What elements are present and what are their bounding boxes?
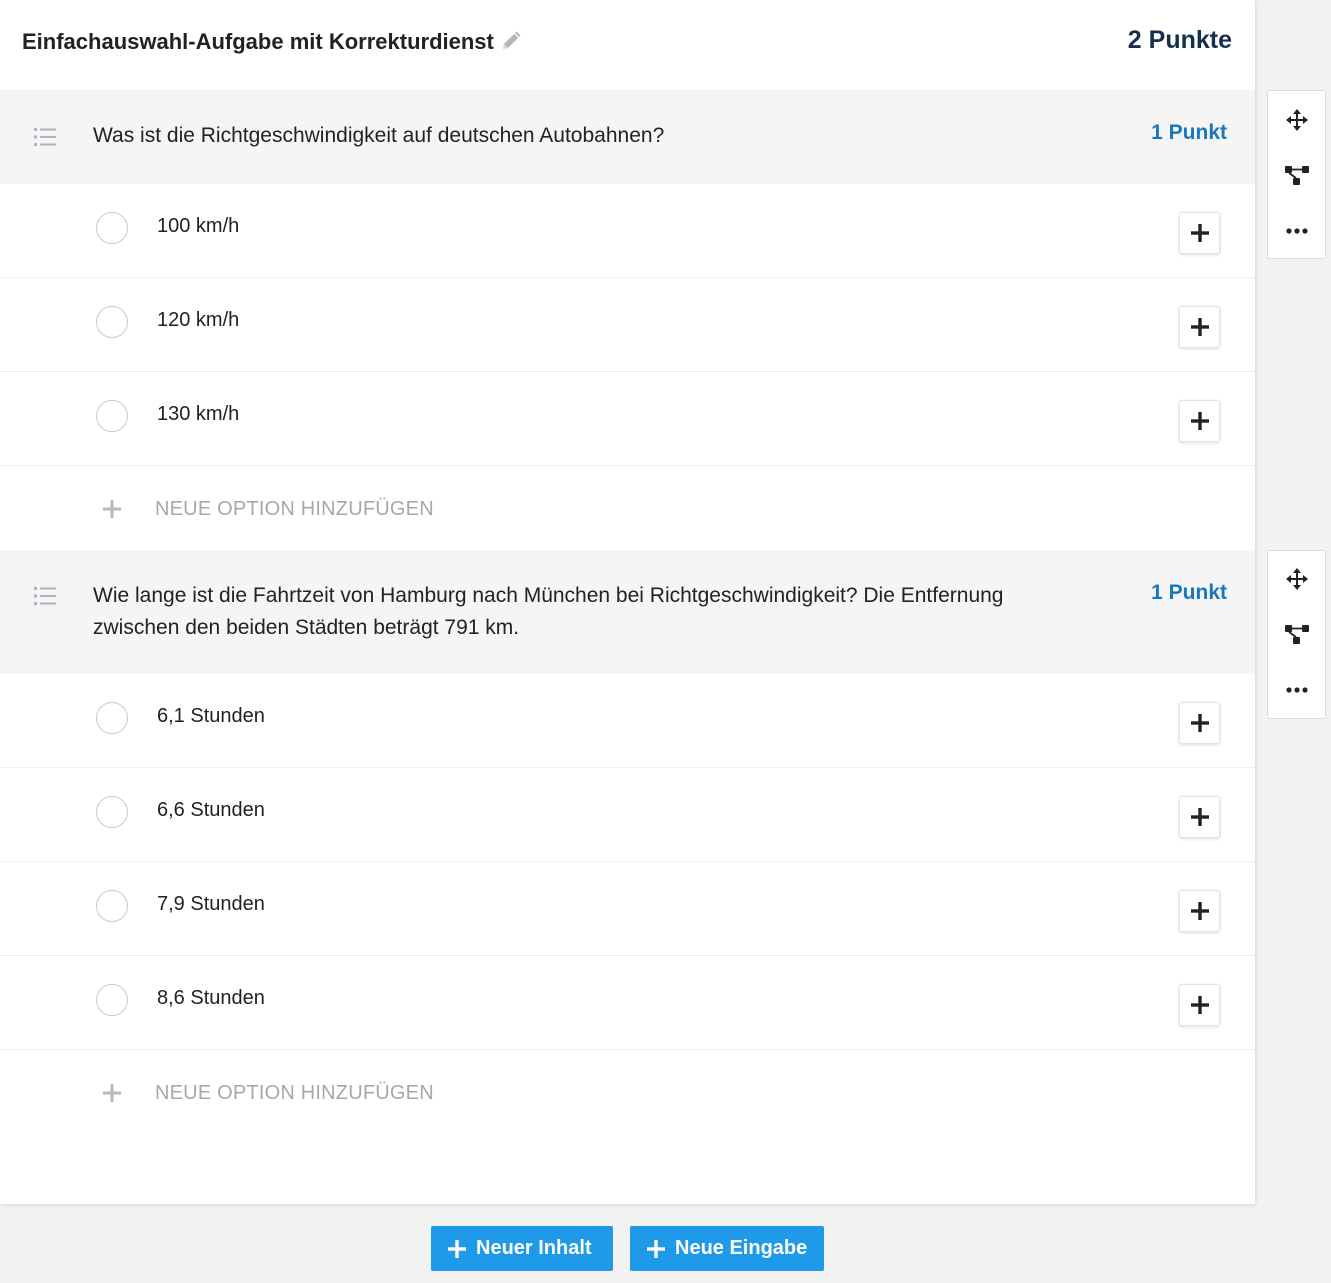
option-row: 120 km/h	[0, 278, 1255, 372]
branch-icon[interactable]	[1268, 614, 1325, 654]
list-handle-icon[interactable]	[34, 127, 56, 152]
option-row: 8,6 Stunden	[0, 956, 1255, 1050]
add-option-row[interactable]: NEUE OPTION HINZUFÜGEN	[0, 466, 1255, 550]
pencil-icon[interactable]	[500, 28, 524, 58]
option-plus-button[interactable]	[1179, 890, 1220, 932]
more-dots-icon[interactable]	[1268, 211, 1325, 251]
option-row: 7,9 Stunden	[0, 862, 1255, 956]
plus-icon	[1190, 996, 1209, 1014]
option-plus-button[interactable]	[1179, 400, 1220, 442]
question-header: Was ist die Richtgeschwindigkeit auf deu…	[0, 90, 1255, 184]
plus-icon	[448, 1239, 466, 1258]
question-points: 1 Punkt	[1151, 581, 1227, 604]
question-text[interactable]: Wie lange ist die Fahrtzeit von Hamburg …	[93, 580, 1013, 644]
plus-icon	[103, 500, 121, 523]
option-radio[interactable]	[96, 212, 128, 244]
option-row: 130 km/h	[0, 372, 1255, 466]
option-plus-button[interactable]	[1179, 702, 1220, 744]
option-radio[interactable]	[96, 890, 128, 922]
branch-icon[interactable]	[1268, 155, 1325, 195]
option-plus-button[interactable]	[1179, 212, 1220, 254]
option-radio[interactable]	[96, 306, 128, 338]
option-radio[interactable]	[96, 702, 128, 734]
list-handle-icon[interactable]	[34, 586, 56, 611]
option-label[interactable]: 120 km/h	[157, 309, 239, 332]
task-title-text: Einfachauswahl-Aufgabe mit Korrekturdien…	[22, 29, 494, 54]
option-row: 6,6 Stunden	[0, 768, 1255, 862]
question-toolbar	[1267, 90, 1326, 259]
plus-icon	[1190, 808, 1209, 826]
option-label[interactable]: 100 km/h	[157, 215, 239, 238]
question-text[interactable]: Was ist die Richtgeschwindigkeit auf deu…	[93, 120, 1013, 152]
option-radio[interactable]	[96, 796, 128, 828]
option-row: 100 km/h	[0, 184, 1255, 278]
add-option-label[interactable]: NEUE OPTION HINZUFÜGEN	[155, 1082, 434, 1105]
add-option-label[interactable]: NEUE OPTION HINZUFÜGEN	[155, 498, 434, 521]
option-label[interactable]: 8,6 Stunden	[157, 987, 265, 1010]
plus-icon	[1190, 412, 1209, 430]
task-title: Einfachauswahl-Aufgabe mit Korrekturdien…	[22, 28, 524, 58]
new-input-label: Neue Eingabe	[675, 1237, 808, 1259]
plus-icon	[647, 1239, 665, 1258]
plus-icon	[1190, 318, 1209, 336]
question-header: Wie lange ist die Fahrtzeit von Hamburg …	[0, 550, 1255, 674]
option-plus-button[interactable]	[1179, 984, 1220, 1026]
question-toolbar	[1267, 550, 1326, 719]
new-input-button[interactable]: Neue Eingabe	[630, 1226, 824, 1271]
more-dots-icon[interactable]	[1268, 670, 1325, 710]
add-option-row[interactable]: NEUE OPTION HINZUFÜGEN	[0, 1050, 1255, 1134]
task-card: Einfachauswahl-Aufgabe mit Korrekturdien…	[0, 0, 1255, 1204]
option-plus-button[interactable]	[1179, 796, 1220, 838]
question-points: 1 Punkt	[1151, 121, 1227, 144]
plus-icon	[1190, 224, 1209, 242]
option-radio[interactable]	[96, 984, 128, 1016]
option-radio[interactable]	[96, 400, 128, 432]
move-arrows-icon[interactable]	[1268, 100, 1325, 140]
new-content-label: Neuer Inhalt	[476, 1237, 592, 1259]
plus-icon	[103, 1084, 121, 1107]
task-points: 2 Punkte	[1127, 26, 1232, 54]
task-header: Einfachauswahl-Aufgabe mit Korrekturdien…	[0, 0, 1255, 88]
option-row: 6,1 Stunden	[0, 674, 1255, 768]
plus-icon	[1190, 714, 1209, 732]
move-arrows-icon[interactable]	[1268, 559, 1325, 599]
option-label[interactable]: 6,6 Stunden	[157, 799, 265, 822]
option-label[interactable]: 130 km/h	[157, 403, 239, 426]
new-content-button[interactable]: Neuer Inhalt	[431, 1226, 613, 1271]
option-plus-button[interactable]	[1179, 306, 1220, 348]
option-label[interactable]: 7,9 Stunden	[157, 893, 265, 916]
plus-icon	[1190, 902, 1209, 920]
option-label[interactable]: 6,1 Stunden	[157, 705, 265, 728]
